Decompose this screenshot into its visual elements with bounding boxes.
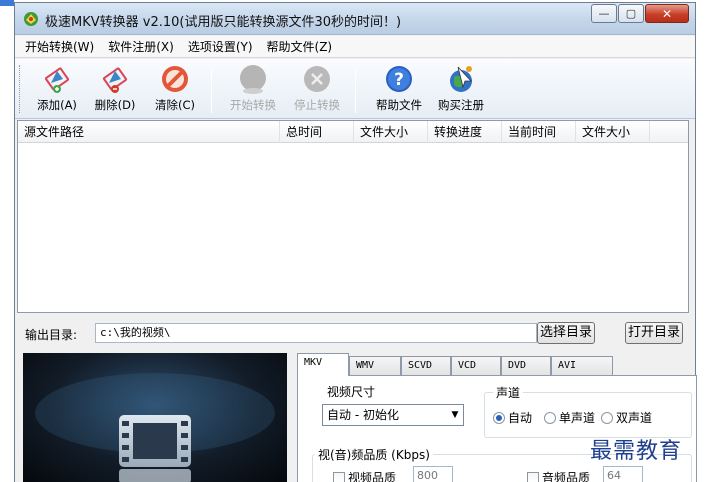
channel-group: 声道 自动 单声道 双声道: [484, 384, 692, 438]
format-tabs: MKV WMV SCVD VCD DVD AVI: [297, 353, 697, 376]
quality-title: 视(音)频品质 (Kbps): [315, 446, 433, 463]
toolbar-separator: [211, 67, 212, 113]
menu-start-convert[interactable]: 开始转换(W): [25, 38, 94, 55]
tab-avi[interactable]: AVI: [551, 356, 613, 375]
column-source-path[interactable]: 源文件路径: [18, 121, 280, 143]
menu-options[interactable]: 选项设置(Y): [188, 38, 253, 55]
stop-convert-label: 停止转换: [294, 98, 340, 112]
audio-quality-label: 音频品质: [542, 471, 591, 482]
start-convert-button[interactable]: 开始转换: [223, 63, 283, 115]
tab-vcd[interactable]: VCD: [451, 356, 501, 375]
video-quality-row: 视频品质: [333, 469, 396, 482]
file-list-header: 源文件路径 总时间 文件大小 转换进度 当前时间 文件大小: [18, 121, 688, 143]
video-quality-checkbox[interactable]: [333, 471, 345, 482]
tab-scvd[interactable]: SCVD: [401, 356, 451, 375]
output-directory-row: 输出目录: c:\我的视频\ 选择目录 打开目录: [15, 319, 695, 347]
toolbar-grip[interactable]: [19, 65, 22, 113]
svg-text:?: ?: [394, 70, 404, 90]
radio-auto[interactable]: [493, 411, 505, 424]
add-file-icon: [45, 67, 69, 93]
audio-quality-checkbox[interactable]: [527, 471, 539, 482]
column-file-size[interactable]: 文件大小: [354, 121, 428, 143]
video-size-title: 视频尺寸: [324, 383, 379, 400]
video-size-group: 视频尺寸 自动 - 初始化 ▼: [312, 383, 478, 432]
maximize-button[interactable]: ▢: [618, 4, 644, 23]
choose-directory-button[interactable]: 选择目录: [537, 322, 595, 344]
toolbar-separator: [355, 67, 356, 113]
window-title: 极速MKV转换器 v2.10(试用版只能转换源文件30秒的时间！): [45, 15, 402, 30]
column-current-time[interactable]: 当前时间: [502, 121, 576, 143]
delete-label: 删除(D): [94, 98, 136, 112]
menu-bar: 开始转换(W) 软件注册(X) 选项设置(Y) 帮助文件(Z): [15, 36, 695, 58]
video-size-value: 自动 - 初始化: [327, 408, 399, 422]
file-list[interactable]: 源文件路径 总时间 文件大小 转换进度 当前时间 文件大小: [17, 120, 689, 313]
chevron-down-icon[interactable]: ▼: [447, 405, 463, 425]
film-strip-icon: [35, 373, 275, 482]
video-size-combobox[interactable]: 自动 - 初始化 ▼: [322, 404, 464, 426]
channel-radio-group: 自动 单声道 双声道: [493, 409, 658, 426]
add-label: 添加(A): [37, 98, 77, 112]
toolbar: 添加(A) 删除(D) 清除(C) 开始转换 停止转换 ? 帮助文件 购买注册: [15, 59, 695, 119]
stop-icon: [304, 66, 330, 92]
delete-file-icon: [103, 67, 127, 93]
background-right: [696, 0, 710, 482]
tab-mkv[interactable]: MKV: [297, 353, 349, 376]
column-total-time[interactable]: 总时间: [280, 121, 354, 143]
video-preview: [23, 353, 287, 482]
radio-mono-label: 单声道: [559, 411, 596, 425]
window-controls: — ▢ ✕: [590, 4, 689, 23]
column-progress[interactable]: 转换进度: [428, 121, 502, 143]
radio-stereo[interactable]: [601, 411, 614, 424]
help-button[interactable]: ? 帮助文件: [369, 63, 429, 115]
minimize-button[interactable]: —: [591, 4, 617, 23]
background-accent: [0, 0, 14, 6]
watermark-text: 最需教育: [590, 439, 683, 464]
output-dir-label: 输出目录:: [25, 328, 78, 342]
audio-quality-row: 音频品质: [527, 469, 590, 482]
video-quality-label: 视频品质: [348, 471, 397, 482]
menu-help[interactable]: 帮助文件(Z): [267, 38, 333, 55]
radio-mono[interactable]: [544, 411, 557, 424]
start-convert-label: 开始转换: [230, 98, 276, 112]
clear-label: 清除(C): [154, 98, 195, 112]
channel-title: 声道: [493, 384, 524, 401]
help-label: 帮助文件: [376, 98, 422, 112]
start-convert-icon: [240, 65, 266, 94]
mkv-settings-panel: 视频尺寸 自动 - 初始化 ▼ 声道 自动 单声道 双声道 视(音)频品质 (K…: [297, 375, 697, 482]
open-directory-button[interactable]: 打开目录: [625, 322, 683, 344]
output-dir-input[interactable]: c:\我的视频\: [95, 323, 537, 343]
buy-register-label: 购买注册: [438, 98, 484, 112]
add-button[interactable]: 添加(A): [31, 63, 83, 115]
video-quality-input[interactable]: 800: [413, 466, 453, 482]
app-logo-icon: [24, 12, 38, 26]
audio-quality-input[interactable]: 64: [603, 466, 643, 482]
buy-register-button[interactable]: 购买注册: [431, 63, 491, 115]
close-button[interactable]: ✕: [645, 4, 689, 23]
register-globe-icon: [450, 66, 472, 92]
app-window: 极速MKV转换器 v2.10(试用版只能转换源文件30秒的时间！) — ▢ ✕ …: [14, 2, 697, 482]
clear-icon: [162, 66, 188, 92]
title-bar[interactable]: 极速MKV转换器 v2.10(试用版只能转换源文件30秒的时间！) — ▢ ✕: [15, 3, 695, 35]
tab-dvd[interactable]: DVD: [501, 356, 551, 375]
column-output-size[interactable]: 文件大小: [576, 121, 650, 143]
radio-stereo-label: 双声道: [616, 411, 653, 425]
stop-convert-button[interactable]: 停止转换: [287, 63, 347, 115]
help-icon: ?: [386, 66, 412, 92]
background-left: [0, 0, 14, 482]
menu-register[interactable]: 软件注册(X): [108, 38, 174, 55]
tab-wmv[interactable]: WMV: [349, 356, 401, 375]
delete-button[interactable]: 删除(D): [89, 63, 141, 115]
clear-button[interactable]: 清除(C): [149, 63, 201, 115]
radio-auto-label: 自动: [508, 411, 533, 425]
